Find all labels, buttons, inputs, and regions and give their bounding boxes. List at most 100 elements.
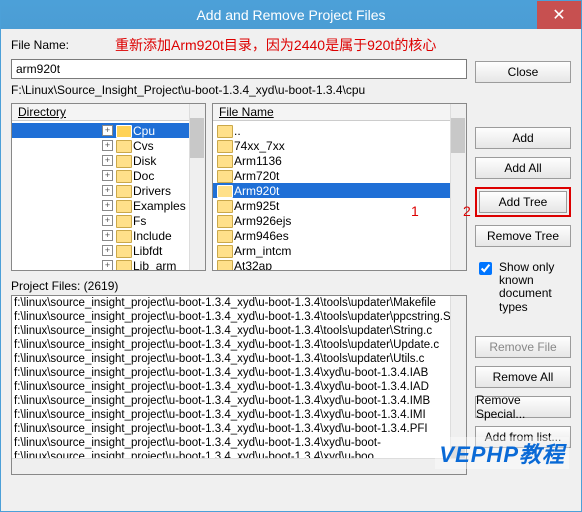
directory-item[interactable]: + Drivers bbox=[12, 183, 205, 198]
folder-icon bbox=[116, 155, 130, 166]
show-known-types-row[interactable]: Show only known document types bbox=[475, 261, 571, 314]
directory-item[interactable]: + Disk bbox=[12, 153, 205, 168]
project-file-line[interactable]: f:\linux\source_insight_project\u-boot-1… bbox=[12, 296, 466, 310]
project-file-line[interactable]: f:\linux\source_insight_project\u-boot-1… bbox=[12, 380, 466, 394]
file-name: 74xx_7xx bbox=[234, 139, 285, 153]
directory-header: Directory bbox=[12, 104, 205, 121]
folder-icon bbox=[217, 185, 231, 196]
project-file-line[interactable]: f:\linux\source_insight_project\u-boot-1… bbox=[12, 436, 466, 450]
folder-up-icon bbox=[217, 125, 231, 136]
folder-icon bbox=[217, 155, 231, 166]
expander-icon[interactable]: + bbox=[102, 200, 113, 211]
expander-icon[interactable]: + bbox=[102, 125, 113, 136]
add-button[interactable]: Add bbox=[475, 127, 571, 149]
expander-icon[interactable]: + bbox=[102, 230, 113, 241]
folder-icon bbox=[116, 200, 130, 211]
add-tree-button[interactable]: Add Tree bbox=[479, 191, 567, 213]
annotation-marker-1: 1 bbox=[411, 203, 419, 219]
expander-icon[interactable]: + bbox=[102, 245, 113, 256]
project-file-line[interactable]: f:\linux\source_insight_project\u-boot-1… bbox=[12, 324, 466, 338]
project-file-line[interactable]: f:\linux\source_insight_project\u-boot-1… bbox=[12, 422, 466, 436]
folder-icon bbox=[217, 215, 231, 226]
expander-icon[interactable]: + bbox=[102, 215, 113, 226]
file-item[interactable]: Arm720t bbox=[213, 168, 466, 183]
remove-file-button[interactable]: Remove File bbox=[475, 336, 571, 358]
file-name: .. bbox=[234, 124, 241, 138]
project-file-line[interactable]: f:\linux\source_insight_project\u-boot-1… bbox=[12, 394, 466, 408]
directory-item[interactable]: + Lib_arm bbox=[12, 258, 205, 271]
directory-name: Disk bbox=[133, 154, 156, 168]
expander-icon[interactable]: + bbox=[102, 260, 113, 271]
project-scrollbar-h[interactable] bbox=[12, 458, 466, 474]
file-name: Arm1136 bbox=[234, 154, 282, 168]
project-file-line[interactable]: f:\linux\source_insight_project\u-boot-1… bbox=[12, 408, 466, 422]
add-all-button[interactable]: Add All bbox=[475, 157, 571, 179]
directory-item[interactable]: +Examples bbox=[12, 198, 205, 213]
file-item[interactable]: Arm926ejs bbox=[213, 213, 466, 228]
file-item[interactable]: Arm920t bbox=[213, 183, 466, 198]
remove-all-button[interactable]: Remove All bbox=[475, 366, 571, 388]
expander-icon[interactable]: + bbox=[102, 140, 113, 151]
file-name: Arm926ejs bbox=[234, 214, 291, 228]
expander-icon[interactable]: + bbox=[102, 155, 113, 166]
show-known-types-checkbox[interactable] bbox=[479, 262, 492, 275]
remove-special-button[interactable]: Remove Special... bbox=[475, 396, 571, 418]
file-name: Arm925t bbox=[234, 199, 279, 213]
file-pane[interactable]: File Name ..74xx_7xxArm1136Arm720tArm920… bbox=[212, 103, 467, 271]
directory-name: Cpu bbox=[133, 124, 155, 138]
project-file-line[interactable]: f:\linux\source_insight_project\u-boot-1… bbox=[12, 310, 466, 324]
window-title: Add and Remove Project Files bbox=[196, 7, 385, 23]
file-item[interactable]: Arm_intcm bbox=[213, 243, 466, 258]
folder-icon bbox=[116, 260, 130, 271]
directory-pane[interactable]: Directory +Cpu+Cvs+Disk+Doc+Drivers+Exam… bbox=[11, 103, 206, 271]
file-name-input[interactable] bbox=[11, 59, 467, 79]
project-file-line[interactable]: f:\linux\source_insight_project\u-boot-1… bbox=[12, 352, 466, 366]
directory-name: Include bbox=[133, 229, 172, 243]
file-item[interactable]: At32ap bbox=[213, 258, 466, 271]
directory-name: Fs bbox=[133, 214, 146, 228]
expander-icon[interactable]: + bbox=[102, 185, 113, 196]
file-header: File Name bbox=[213, 104, 466, 121]
close-button[interactable]: Close bbox=[475, 61, 571, 83]
show-known-types-label: Show only known document types bbox=[499, 261, 571, 314]
directory-item[interactable]: + Cpu bbox=[12, 123, 205, 138]
file-item[interactable]: Arm925t bbox=[213, 198, 466, 213]
file-name: Arm920t bbox=[234, 184, 279, 198]
annotation-text: 重新添加Arm920t目录，因为2440是属于920t的核心 bbox=[115, 35, 436, 55]
folder-icon bbox=[116, 215, 130, 226]
directory-name: Lib_arm bbox=[133, 259, 176, 272]
project-files-list[interactable]: f:\linux\source_insight_project\u-boot-1… bbox=[11, 295, 467, 475]
file-scrollbar[interactable] bbox=[450, 104, 466, 270]
watermark: VEPHP教程 bbox=[435, 437, 569, 469]
file-item[interactable]: 74xx_7xx bbox=[213, 138, 466, 153]
file-item[interactable]: Arm1136 bbox=[213, 153, 466, 168]
directory-scrollbar[interactable] bbox=[189, 104, 205, 270]
close-icon: ✕ bbox=[552, 5, 565, 25]
directory-item[interactable]: + Fs bbox=[12, 213, 205, 228]
directory-item[interactable]: + Include bbox=[12, 228, 205, 243]
directory-name: Doc bbox=[133, 169, 154, 183]
directory-item[interactable]: +Cvs bbox=[12, 138, 205, 153]
project-file-line[interactable]: f:\linux\source_insight_project\u-boot-1… bbox=[12, 366, 466, 380]
directory-name: Drivers bbox=[133, 184, 171, 198]
remove-tree-button[interactable]: Remove Tree bbox=[475, 225, 571, 247]
file-item[interactable]: Arm946es bbox=[213, 228, 466, 243]
folder-icon bbox=[217, 260, 231, 271]
file-name: Arm_intcm bbox=[234, 244, 291, 258]
window-close-button[interactable]: ✕ bbox=[537, 1, 581, 29]
project-file-line[interactable]: f:\linux\source_insight_project\u-boot-1… bbox=[12, 338, 466, 352]
annotation-marker-2: 2 bbox=[463, 203, 471, 219]
project-files-label: Project Files: (2619) bbox=[11, 279, 467, 293]
folder-icon bbox=[116, 245, 130, 256]
file-item[interactable]: .. bbox=[213, 123, 466, 138]
directory-item[interactable]: + Doc bbox=[12, 168, 205, 183]
dialog-window: Add and Remove Project Files ✕ 1 2 File … bbox=[0, 0, 582, 512]
file-name: Arm946es bbox=[234, 229, 289, 243]
expander-icon[interactable]: + bbox=[102, 170, 113, 181]
title-bar: Add and Remove Project Files ✕ bbox=[1, 1, 581, 29]
file-name: At32ap bbox=[234, 259, 272, 272]
folder-icon bbox=[116, 125, 130, 136]
directory-name: Libfdt bbox=[133, 244, 162, 258]
directory-item[interactable]: + Libfdt bbox=[12, 243, 205, 258]
folder-icon bbox=[116, 170, 130, 181]
